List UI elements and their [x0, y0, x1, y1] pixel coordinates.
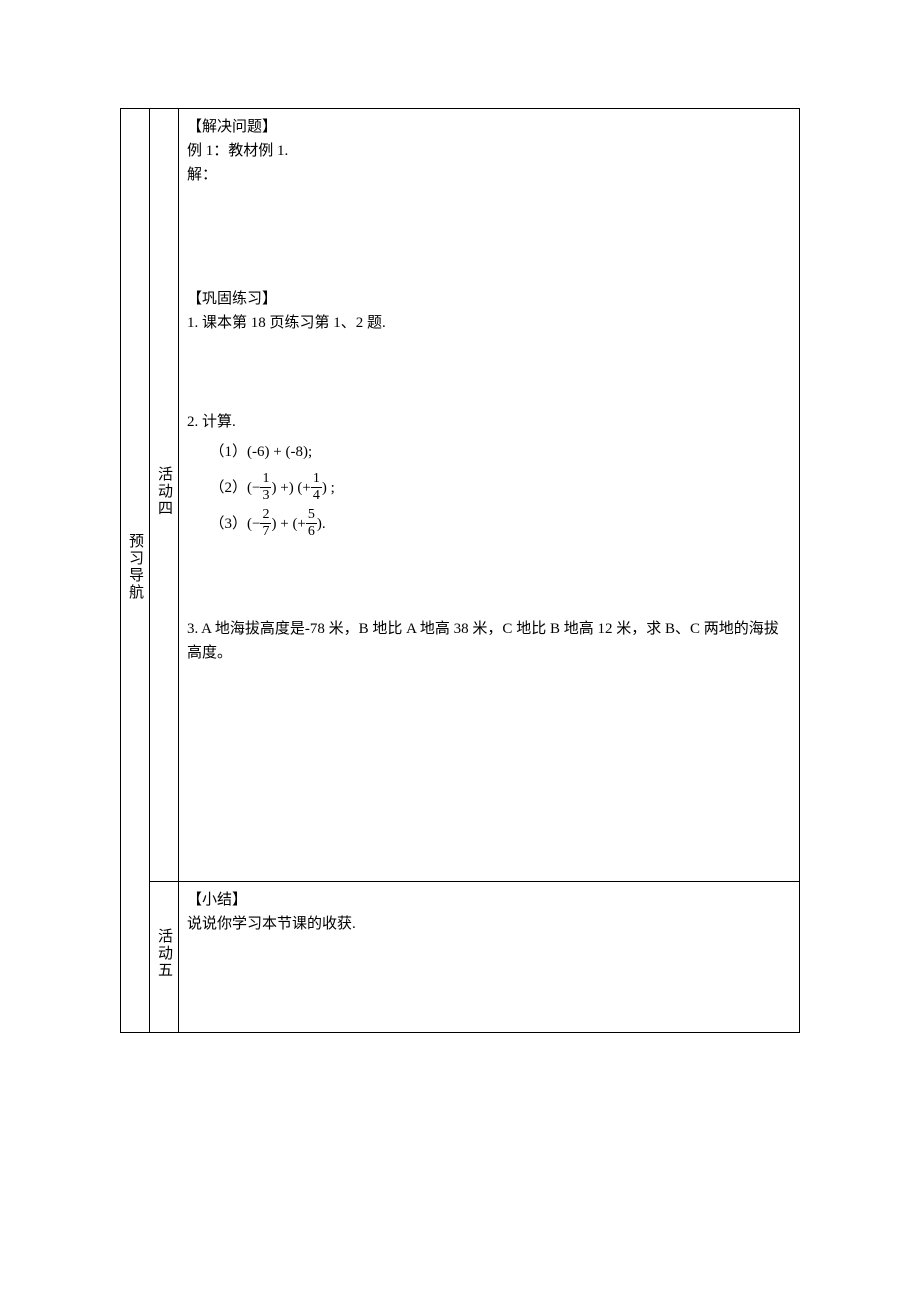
calc-item-2-tail: ) ; — [322, 480, 335, 496]
calc-item-1-prefix: （1） — [210, 444, 248, 460]
fraction-icon: 56 — [306, 508, 317, 539]
summary-heading: 【小结】 — [187, 888, 791, 912]
calc-item-3-mid: ) + (+ — [271, 516, 305, 532]
calc-item-2-lead: (− — [247, 480, 260, 496]
activity5-label: 活动五 — [152, 928, 176, 979]
calc-item-2: （2）(−13) +) (+14) ; — [187, 470, 791, 506]
calc-item-1: （1）(-6) + (-8); — [187, 434, 791, 470]
practice-item-1: 1. 课本第 18 页练习第 1、2 题. — [187, 311, 791, 335]
fraction-icon: 13 — [260, 472, 271, 503]
activity4-label-cell: 活动四 — [150, 109, 179, 882]
calc-item-2-prefix: （2） — [210, 480, 248, 496]
solution-label: 解： — [187, 163, 791, 187]
sidebar-main: 预习导航 — [121, 109, 150, 1033]
activity5-content: 【小结】 说说你学习本节课的收获. — [179, 882, 800, 1033]
solve-problem-heading: 【解决问题】 — [187, 115, 791, 139]
fraction-icon: 14 — [311, 472, 322, 503]
calc-item-2-mid: ) +) (+ — [271, 480, 310, 496]
activity4-content: 【解决问题】 例 1：教材例 1. 解： 【巩固练习】 1. 课本第 18 页练… — [179, 109, 800, 882]
calc-item-3-lead: (− — [247, 516, 260, 532]
consolidation-heading: 【巩固练习】 — [187, 287, 791, 311]
sidebar-main-label: 预习导航 — [123, 533, 147, 601]
calc-item-3-prefix: （3） — [210, 516, 248, 532]
calc-item-1-body: (-6) + (-8); — [247, 444, 312, 460]
activity4-label: 活动四 — [152, 466, 176, 517]
calc-heading: 2. 计算. — [187, 410, 791, 434]
summary-body: 说说你学习本节课的收获. — [187, 912, 791, 936]
lesson-table: 预习导航 活动四 【解决问题】 例 1：教材例 1. 解： 【巩固练习】 1. … — [120, 108, 800, 1033]
fraction-icon: 27 — [260, 508, 271, 539]
example1-line: 例 1：教材例 1. — [187, 139, 791, 163]
activity5-label-cell: 活动五 — [150, 882, 179, 1033]
calc-item-3-tail: ). — [317, 516, 326, 532]
practice-item-3: 3. A 地海拔高度是-78 米，B 地比 A 地高 38 米，C 地比 B 地… — [187, 617, 791, 665]
calc-item-3: （3）(−27) + (+56). — [187, 506, 791, 542]
